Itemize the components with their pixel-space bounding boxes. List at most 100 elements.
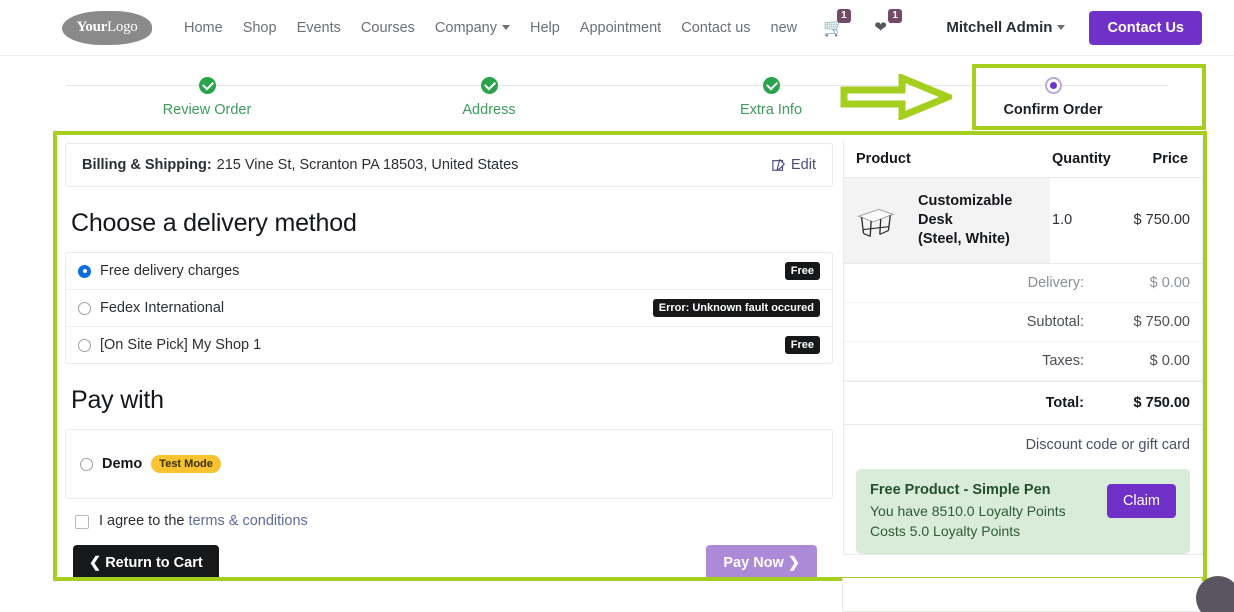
site-logo[interactable]: Your Logo bbox=[62, 10, 152, 45]
total-value: $ 750.00 bbox=[1133, 394, 1190, 411]
return-to-cart-label: Return to Cart bbox=[105, 555, 203, 571]
product-name: Customizable Desk (Steel, White) bbox=[918, 192, 1040, 249]
payment-option-demo[interactable]: Demo Test Mode bbox=[80, 455, 818, 473]
terms-text: I agree to the terms & conditions bbox=[99, 513, 308, 529]
summary-line-subtotal: Subtotal: $ 750.00 bbox=[844, 303, 1202, 342]
summary-line-delivery: Delivery: $ 0.00 bbox=[844, 264, 1202, 303]
terms-checkbox[interactable] bbox=[75, 515, 89, 529]
cart-count-badge: 1 bbox=[837, 8, 851, 23]
product-quantity: 1.0 bbox=[1052, 212, 1073, 229]
step-review-order[interactable]: Review Order bbox=[117, 66, 297, 118]
nav-item-home[interactable]: Home bbox=[174, 14, 233, 42]
delivery-option-tag: Free bbox=[784, 262, 820, 280]
delivery-method-list: Free delivery charges Free Fedex Interna… bbox=[65, 252, 833, 364]
delivery-option-free-delivery[interactable]: Free delivery charges Free bbox=[66, 253, 832, 290]
heart-icon: ❤ bbox=[874, 19, 887, 36]
terms-agreement-row: I agree to the terms & conditions bbox=[75, 513, 833, 529]
discount-code-link[interactable]: Discount code or gift card bbox=[844, 425, 1202, 467]
step-confirm-order[interactable]: Confirm Order bbox=[963, 66, 1143, 118]
nav-item-company[interactable]: Company bbox=[425, 14, 520, 42]
check-circle-icon bbox=[762, 77, 780, 94]
nav-item-contact-us[interactable]: Contact us bbox=[671, 14, 760, 42]
column-header-quantity: Quantity bbox=[1052, 151, 1111, 167]
check-circle-icon bbox=[198, 77, 216, 94]
check-circle-icon bbox=[480, 77, 498, 94]
order-summary-panel: Product Quantity Price Customizable Desk… bbox=[843, 135, 1203, 577]
wishlist-count-badge: 1 bbox=[888, 9, 902, 23]
product-name-line1: Customizable Desk bbox=[918, 193, 1013, 228]
nav-item-help[interactable]: Help bbox=[520, 14, 570, 42]
test-mode-badge: Test Mode bbox=[151, 455, 221, 473]
nav-item-courses[interactable]: Courses bbox=[351, 14, 425, 42]
product-name-line2: (Steel, White) bbox=[918, 230, 1010, 247]
nav-item-appointment[interactable]: Appointment bbox=[570, 14, 671, 42]
summary-line-label: Delivery: bbox=[1027, 274, 1084, 291]
billing-shipping-address: 215 Vine St, Scranton PA 18503, United S… bbox=[216, 157, 519, 173]
return-to-cart-button[interactable]: ❮ Return to Cart bbox=[73, 545, 219, 581]
step-address[interactable]: Address bbox=[399, 66, 579, 118]
pay-with-heading: Pay with bbox=[71, 386, 164, 414]
nav-item-company-label: Company bbox=[434, 19, 497, 36]
delivery-option-fedex-international[interactable]: Fedex International Error: Unknown fault… bbox=[66, 290, 832, 327]
user-menu[interactable]: Mitchell Admin bbox=[946, 19, 1066, 36]
column-header-product: Product bbox=[856, 151, 911, 167]
loyalty-points-available: You have 8510.0 Loyalty Points bbox=[870, 502, 1066, 519]
nav-item-events[interactable]: Events bbox=[287, 14, 351, 42]
claim-reward-button[interactable]: Claim bbox=[1106, 483, 1176, 518]
loyalty-points-cost: Costs 5.0 Loyalty Points bbox=[870, 522, 1021, 539]
step-extra-info[interactable]: Extra Info bbox=[681, 66, 861, 118]
top-navigation-bar: Your Logo Home Shop Events Courses Compan… bbox=[0, 0, 1234, 56]
checkout-left-column: Billing & Shipping: 215 Vine St, Scranto… bbox=[57, 135, 843, 581]
terms-conditions-link[interactable]: terms & conditions bbox=[188, 513, 307, 529]
billing-shipping-label: Billing & Shipping: bbox=[82, 157, 212, 173]
nav-item-new[interactable]: new bbox=[761, 14, 808, 42]
payment-method-list: Demo Test Mode bbox=[65, 429, 833, 499]
step-review-order-label: Review Order bbox=[162, 102, 252, 118]
checkout-steps: Review Order Address Extra Info Confirm … bbox=[0, 66, 1234, 128]
delivery-option-error-tag: Error: Unknown fault occured bbox=[652, 299, 820, 317]
radio-icon[interactable] bbox=[80, 457, 93, 471]
right-arrow-annotation-icon bbox=[840, 72, 958, 125]
delivery-option-tag: Free bbox=[784, 336, 820, 354]
contact-us-button[interactable]: Contact Us bbox=[1089, 10, 1202, 45]
desk-product-image bbox=[857, 209, 895, 238]
delivery-option-label: Free delivery charges bbox=[100, 263, 240, 279]
summary-line-value: $ 0.00 bbox=[1149, 274, 1190, 291]
product-name-cell: Customizable Desk (Steel, White) bbox=[906, 178, 1050, 263]
loyalty-reward-title: Free Product - Simple Pen bbox=[870, 481, 1051, 498]
checkout-content: Billing & Shipping: 215 Vine St, Scranto… bbox=[57, 135, 1203, 581]
billing-shipping-bar: Billing & Shipping: 215 Vine St, Scranto… bbox=[65, 143, 833, 187]
total-label: Total: bbox=[1045, 394, 1084, 411]
loyalty-reward-text: Free Product - Simple Pen You have 8510.… bbox=[870, 482, 1107, 542]
delivery-method-heading: Choose a delivery method bbox=[71, 209, 357, 237]
checkout-actions: ❮ Return to Cart Pay Now ❯ bbox=[73, 545, 833, 581]
checkout-page: Your Logo Home Shop Events Courses Compan… bbox=[0, 0, 1234, 612]
delivery-option-on-site-pick[interactable]: [On Site Pick] My Shop 1 Free bbox=[66, 327, 832, 363]
nav-item-shop[interactable]: Shop bbox=[233, 14, 287, 42]
column-header-price: Price bbox=[1152, 151, 1188, 167]
delivery-option-label: Fedex International bbox=[100, 300, 225, 316]
user-name-label: Mitchell Admin bbox=[946, 19, 1053, 36]
loyalty-reward-card: Free Product - Simple Pen You have 8510.… bbox=[856, 468, 1190, 555]
summary-line-taxes: Taxes: $ 0.00 bbox=[844, 342, 1202, 381]
summary-line-label: Subtotal: bbox=[1026, 313, 1084, 330]
product-thumbnail-cell bbox=[844, 178, 906, 263]
step-confirm-order-label: Confirm Order bbox=[1003, 102, 1103, 118]
radio-icon[interactable] bbox=[78, 264, 91, 278]
current-step-dot-icon bbox=[1044, 77, 1062, 94]
pay-now-button[interactable]: Pay Now ❯ bbox=[706, 545, 817, 581]
wishlist-button[interactable]: ❤ 1 bbox=[874, 9, 902, 37]
summary-panel-footer bbox=[842, 578, 1202, 612]
radio-icon[interactable] bbox=[78, 301, 91, 315]
cart-button[interactable]: 🛒 1 bbox=[823, 8, 851, 38]
product-price: $ 750.00 bbox=[1133, 212, 1190, 229]
chat-support-bubble[interactable] bbox=[1196, 576, 1234, 612]
edit-pencil-icon bbox=[772, 158, 786, 171]
pay-now-label: Pay Now bbox=[723, 555, 784, 571]
step-extra-info-label: Extra Info bbox=[739, 102, 803, 118]
summary-line-total: Total: $ 750.00 bbox=[844, 380, 1202, 425]
radio-icon[interactable] bbox=[78, 338, 91, 352]
edit-address-link[interactable]: Edit bbox=[772, 157, 816, 173]
logo-text-primary: Your bbox=[76, 19, 108, 35]
summary-line-label: Taxes: bbox=[1042, 352, 1084, 369]
